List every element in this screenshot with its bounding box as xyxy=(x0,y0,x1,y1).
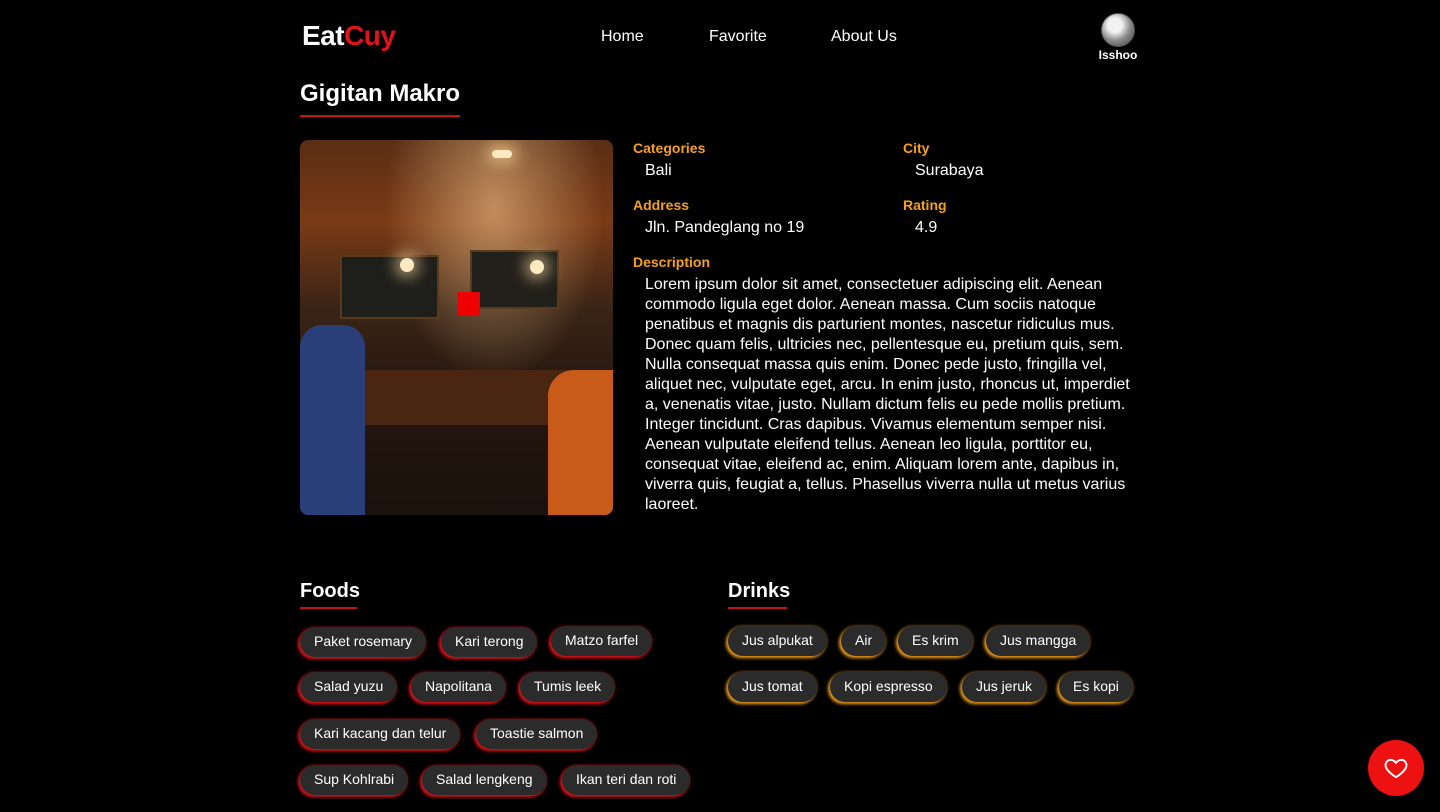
drink-chip[interactable]: Kopi espresso xyxy=(830,672,947,702)
drink-chip[interactable]: Es kopi xyxy=(1059,672,1133,702)
rating-value: 4.9 xyxy=(915,219,938,236)
drink-chip[interactable]: Jus jeruk xyxy=(962,672,1047,702)
ceiling-fan xyxy=(492,150,512,158)
city-label: City xyxy=(903,140,930,156)
lamp xyxy=(400,258,414,272)
favorite-button[interactable] xyxy=(1368,740,1424,796)
food-chip[interactable]: Tumis leek xyxy=(520,672,616,702)
nav-favorite[interactable]: Favorite xyxy=(709,28,767,46)
title-underline xyxy=(300,115,460,117)
drink-chip[interactable]: Jus alpukat xyxy=(728,626,827,656)
menu-board xyxy=(470,250,559,309)
categories-label: Categories xyxy=(633,140,706,156)
bar-counter xyxy=(360,370,570,425)
nav-about-us[interactable]: About Us xyxy=(831,28,897,46)
nav-home[interactable]: Home xyxy=(601,28,644,46)
description-text: Lorem ipsum dolor sit amet, consectetuer… xyxy=(645,276,1130,513)
food-chip[interactable]: Sup Kohlrabi xyxy=(300,765,409,795)
food-chip[interactable]: Salad yuzu xyxy=(300,672,398,702)
lamp xyxy=(530,260,544,274)
red-sign xyxy=(458,292,480,316)
foods-title: Foods xyxy=(300,580,360,602)
city-value: Surabaya xyxy=(915,162,984,179)
drinks-title: Drinks xyxy=(728,580,791,602)
categories-value: Bali xyxy=(645,162,672,179)
rating-label: Rating xyxy=(903,197,947,213)
heart-outline-icon xyxy=(1384,758,1408,779)
user-profile[interactable]: Isshoo xyxy=(1098,13,1138,62)
foods-underline xyxy=(300,607,357,609)
brand-eat: Eat xyxy=(302,20,345,51)
avatar[interactable] xyxy=(1101,13,1135,47)
address-label: Address xyxy=(633,197,690,213)
user-name: Isshoo xyxy=(1098,48,1138,62)
brand-cuy: Cuy xyxy=(344,20,396,51)
brand-logo[interactable]: EatCuy xyxy=(302,20,396,52)
drink-chip[interactable]: Jus tomat xyxy=(728,672,817,702)
address-value: Jln. Pandeglang no 19 xyxy=(645,219,805,236)
description-label: Description xyxy=(633,254,711,270)
food-chip[interactable]: Paket rosemary xyxy=(300,627,427,657)
food-chip[interactable]: Salad lengkeng xyxy=(422,765,547,795)
food-chip[interactable]: Kari kacang dan telur xyxy=(300,719,461,749)
restaurant-image xyxy=(300,140,613,515)
food-chip[interactable]: Napolitana xyxy=(411,672,506,702)
food-chip[interactable]: Ikan teri dan roti xyxy=(562,765,691,795)
page-title: Gigitan Makro xyxy=(300,80,461,107)
menu-board xyxy=(340,255,439,319)
drinks-underline xyxy=(728,607,787,609)
person-right xyxy=(548,370,613,515)
food-chip[interactable]: Toastie salmon xyxy=(476,719,598,749)
food-chip[interactable]: Kari terong xyxy=(441,627,538,657)
drink-chip[interactable]: Air xyxy=(841,626,887,656)
drink-chip[interactable]: Es krim xyxy=(898,626,973,656)
person-left xyxy=(300,325,365,515)
drink-chip[interactable]: Jus mangga xyxy=(986,626,1091,656)
food-chip[interactable]: Matzo farfel xyxy=(551,626,653,656)
